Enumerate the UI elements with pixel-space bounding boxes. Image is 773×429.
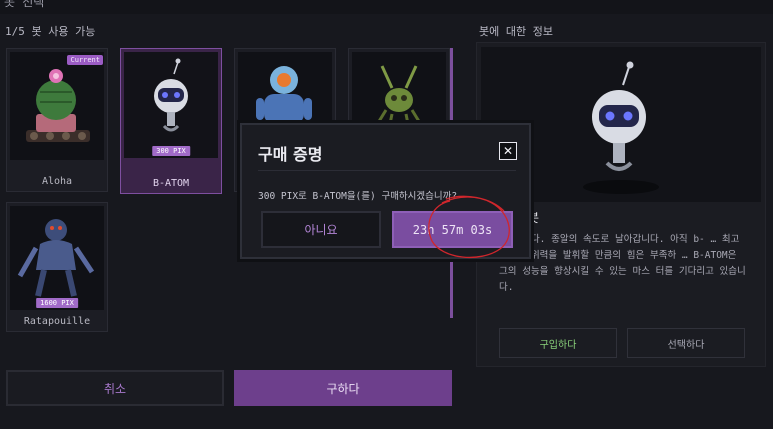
- current-badge: Current: [67, 55, 103, 65]
- purchase-confirm-modal: 구매 증명 ✕ 300 PIX로 B-ATOM을(를) 구매하시겠습니까? 아니…: [240, 123, 531, 259]
- bot-shop-screen: 봇 선택 1/5 봇 사용 가능 Current Aloha 300 PIX B…: [0, 0, 773, 429]
- price-badge: 300 PIX: [152, 146, 190, 156]
- cancel-button[interactable]: 취소: [6, 370, 224, 406]
- close-icon[interactable]: ✕: [499, 142, 517, 160]
- window-title: 봇 선택: [4, 0, 45, 9]
- info-buy-button[interactable]: 구입하다: [499, 328, 617, 358]
- modal-title: 구매 증명: [258, 145, 323, 164]
- window-top-bar: 봇 선택: [0, 0, 773, 14]
- modal-timer-button[interactable]: 23h 57m 03s: [392, 211, 513, 248]
- bot-card-b-atom[interactable]: 300 PIX B-ATOM: [120, 48, 222, 194]
- modal-no-button[interactable]: 아니요: [261, 211, 381, 248]
- price-badge: 1600 PIX: [36, 298, 78, 308]
- buy-button[interactable]: 구하다: [234, 370, 452, 406]
- bot-name: B-ATOM: [152, 178, 190, 189]
- bot-name: Ratapouille: [23, 316, 91, 327]
- bot-art-ratapouille: 1600 PIX: [10, 206, 104, 310]
- bot-art-b-atom: 300 PIX: [124, 52, 218, 158]
- modal-divider: [258, 170, 516, 171]
- bot-name: Aloha: [41, 176, 73, 187]
- bot-card-ratapouille[interactable]: 1600 PIX Ratapouille: [6, 202, 108, 332]
- info-select-button[interactable]: 선택하다: [627, 328, 745, 358]
- bot-card-aloha[interactable]: Current Aloha: [6, 48, 108, 192]
- modal-message: 300 PIX로 B-ATOM을(를) 구매하시겠습니까?: [258, 191, 458, 202]
- info-description: …첩합니다. 종알의 속도로 날아갑니다. 아직 b- … 최고 속도와 위력을…: [499, 234, 746, 293]
- availability-label: 1/5 봇 사용 가능: [5, 25, 96, 38]
- bot-art-aloha: [10, 52, 104, 160]
- info-header: 봇에 대한 정보: [479, 25, 553, 38]
